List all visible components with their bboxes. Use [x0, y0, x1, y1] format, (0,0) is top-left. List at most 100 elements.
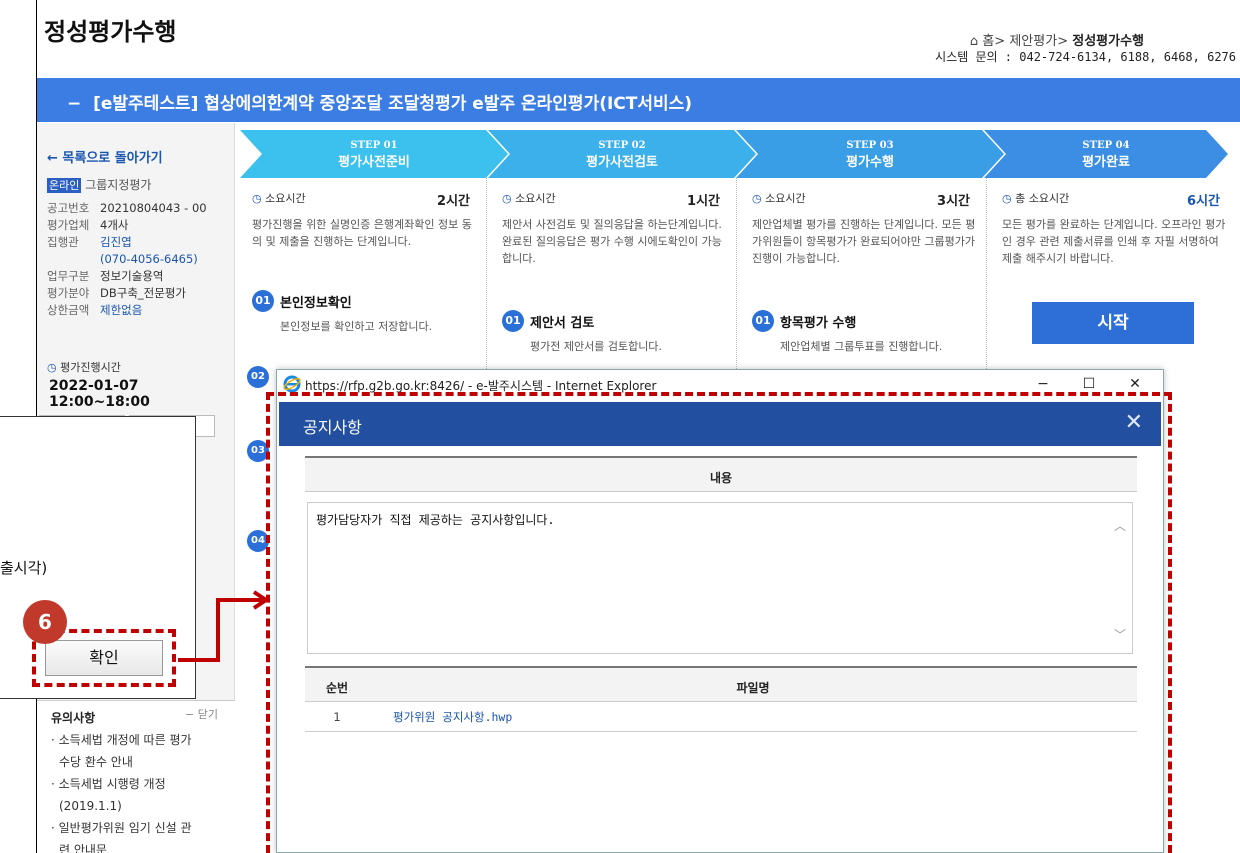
step-03-column: ◷ 소요시간 3시간 제안업체별 평가를 진행하는 단계입니다. 모든 평가위원들…	[752, 190, 978, 267]
duration-row: ◷ 총 소요시간 6시간	[1002, 190, 1228, 210]
notes-item-text: 소득세법 시행령 개정	[58, 777, 166, 791]
notes-item[interactable]: · 소득세법 개정에 따른 평가	[51, 729, 231, 751]
info-key: 집행관	[47, 235, 79, 249]
notes-close-button[interactable]: − 닫기	[185, 706, 218, 722]
step-03-chevron: STEP 03 평가수행	[736, 130, 1004, 178]
step-name: 평가완료	[1082, 155, 1130, 170]
step-label: STEP 04 평가완료	[984, 140, 1228, 170]
info-value: 정보기술용역	[100, 269, 164, 283]
duration-row: ◷ 소요시간 3시간	[752, 190, 978, 210]
step-name: 평가수행	[846, 155, 894, 170]
step-label: STEP 01 평가사전준비	[240, 140, 508, 170]
step-number: STEP 01	[350, 140, 398, 151]
start-button[interactable]: 시작	[1032, 302, 1194, 344]
step-01-chevron: STEP 01 평가사전준비	[240, 130, 508, 178]
task-description: 평가전 제안서를 검토합니다.	[530, 340, 662, 353]
task-description: 본인정보를 확인하고 저장합니다.	[280, 320, 433, 333]
step-01-column: ◷ 소요시간 2시간 평가진행을 위한 실명인증 은행계좌확인 정보 동의 및 제…	[252, 190, 478, 250]
duration-label: 소요시간	[515, 192, 556, 205]
breadcrumb-current: 정성평가수행	[1072, 34, 1144, 49]
step-name: 평가사전검토	[586, 155, 658, 170]
page-title: 정성평가수행	[44, 18, 177, 46]
step-number: STEP 03	[846, 140, 894, 151]
notes-panel: 유의사항 − 닫기 · 소득세법 개정에 따른 평가 수당 환수 안내 · 소득…	[37, 700, 235, 853]
officer-name: 김진엽	[100, 235, 132, 249]
duration-label: 소요시간	[765, 192, 806, 205]
step-description: 제안서 사전검토 및 질의응답을 하는단계입니다. 완료된 질의응답은 평가 수…	[502, 218, 722, 265]
step-label: STEP 02 평가사전검토	[488, 140, 756, 170]
clock-icon: ◷	[1002, 192, 1012, 205]
duration-label: 총 소요시간	[1015, 192, 1070, 205]
callout-text: 출시각)	[0, 559, 48, 577]
duration-row: ◷ 소요시간 2시간	[252, 190, 478, 210]
arrow-connector	[178, 590, 270, 662]
officer-phone: (070-4056-6465)	[100, 252, 198, 266]
info-row: 업무구분 정보기술용역	[47, 268, 235, 285]
system-contact: 시스템 문의 : 042-724-6134, 6188, 6468, 6276	[935, 50, 1236, 64]
info-value: 제한없음	[100, 303, 143, 317]
info-row: 공고번호 20210804043 - 00	[47, 200, 235, 217]
duration-label: 소요시간	[265, 192, 306, 205]
info-key: 평가업체	[47, 218, 90, 232]
notes-title: 유의사항	[51, 711, 96, 725]
info-row: 집행관 김진엽 (070-4056-6465)	[47, 234, 235, 268]
info-value: 20210804043 - 00	[100, 201, 207, 215]
notes-item[interactable]: · 소득세법 시행령 개정	[51, 773, 231, 795]
notes-item[interactable]: · 일반평가위원 임기 신설 관	[51, 817, 231, 839]
task-number: 01	[752, 310, 774, 332]
online-badge: 온라인	[47, 178, 82, 193]
step-number: STEP 02	[598, 140, 646, 151]
step-04-chevron: STEP 04 평가완료	[984, 130, 1228, 178]
task-title: 본인정보확인	[280, 296, 352, 311]
clock-icon: ◷	[47, 361, 57, 374]
collapse-icon[interactable]: −	[67, 94, 81, 114]
back-to-list-link[interactable]: ← 목록으로 돌아가기	[47, 147, 163, 166]
confirm-button[interactable]: 확인	[45, 640, 163, 676]
notes-item-cont[interactable]: 수당 환수 안내	[51, 751, 231, 773]
step-number: STEP 04	[1082, 140, 1130, 151]
eval-time-value: 2022-01-07 12:00~18:00	[49, 378, 150, 410]
info-key: 평가분야	[47, 286, 90, 300]
eval-type-label: 그룹지정평가	[85, 178, 152, 192]
info-row: 평가분야 DB구축_전문평가	[47, 285, 235, 302]
clock-icon: ◷	[252, 192, 262, 205]
breadcrumb-sep: >	[1057, 34, 1069, 49]
info-row: 평가업체 4개사	[47, 217, 235, 234]
duration-hours: 2시간	[437, 194, 470, 209]
info-key: 공고번호	[47, 201, 90, 215]
info-value: 김진엽 (070-4056-6465)	[100, 234, 198, 268]
eval-type: 온라인 그룹지정평가	[47, 176, 151, 193]
step-label: STEP 03 평가수행	[736, 140, 1004, 170]
info-key: 업무구분	[47, 269, 90, 283]
breadcrumb-home[interactable]: 홈	[982, 34, 994, 49]
duration-hours: 6시간	[1187, 194, 1220, 209]
notes-item-text: 소득세법 개정에 따른 평가	[58, 733, 192, 747]
notes-item-cont[interactable]: 련 안내문	[51, 839, 231, 853]
notes-item-text: 일반평가위원 임기 신설 관	[58, 821, 192, 835]
home-icon[interactable]: ⌂	[970, 34, 978, 49]
step-02-chevron: STEP 02 평가사전검토	[488, 130, 756, 178]
breadcrumb: ⌂ 홈> 제안평가> 정성평가수행	[970, 30, 1144, 49]
duration-hours: 3시간	[937, 194, 970, 209]
breadcrumb-sep: >	[994, 34, 1006, 49]
banner-title: [e발주테스트] 협상에의한계약 중앙조달 조달청평가 e발주 온라인평가(IC…	[93, 94, 693, 114]
info-key: 상한금액	[47, 303, 90, 317]
step-name: 평가사전준비	[338, 155, 410, 170]
duration-row: ◷ 소요시간 1시간	[502, 190, 728, 210]
task-number: 01	[502, 310, 524, 332]
info-value: DB구축_전문평가	[100, 286, 186, 300]
breadcrumb-parent[interactable]: 제안평가	[1009, 34, 1057, 49]
step-02-column: ◷ 소요시간 1시간 제안서 사전검토 및 질의응답을 하는단계입니다. 완료된 …	[502, 190, 728, 267]
task-description: 제안업체별 그룹투표를 진행합니다.	[780, 340, 943, 353]
eval-time-label-text: 평가진행시간	[60, 361, 121, 374]
notes-item-cont[interactable]: (2019.1.1)	[51, 795, 231, 817]
eval-time-label: ◷ 평가진행시간	[47, 359, 121, 375]
task-title: 항목평가 수행	[780, 316, 857, 331]
evaluation-banner: − [e발주테스트] 협상에의한계약 중앙조달 조달청평가 e발주 온라인평가(…	[37, 78, 1240, 122]
task-number-circle: 02	[247, 366, 269, 388]
step-description: 평가진행을 위한 실명인증 은행계좌확인 정보 동의 및 제출을 진행하는 단계…	[252, 218, 472, 248]
step-description: 모든 평가를 완료하는 단계입니다. 오프라인 평가인 경우 관련 제출서류를 …	[1002, 218, 1226, 265]
task-number: 01	[252, 290, 274, 312]
info-value: 4개사	[100, 218, 129, 232]
ie-logo-icon	[283, 375, 301, 393]
